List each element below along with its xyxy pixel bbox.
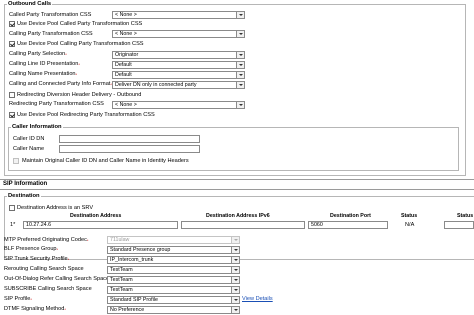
col-status: Status xyxy=(401,213,418,219)
view-details-link[interactable]: View Details xyxy=(242,296,273,303)
destination-ipv6-input[interactable] xyxy=(181,221,305,229)
redirecting-xform-select[interactable]: < None > xyxy=(112,101,245,109)
mtp-codec-select[interactable]: 711ulaw xyxy=(107,236,240,244)
calling-xform-select[interactable]: < None > xyxy=(112,30,245,38)
sip-profile-select[interactable]: Standard SIP Profile xyxy=(107,296,240,304)
col-destination-address: Destination Address xyxy=(70,213,122,219)
chevron-down-icon xyxy=(231,307,239,313)
sip-profile-label: SIP Profile* xyxy=(4,296,32,302)
outbound-calls-legend: Outbound Calls xyxy=(7,1,53,8)
redirecting-delivery-label: Redirecting Diversion Header Delivery - … xyxy=(17,92,142,98)
chevron-down-icon xyxy=(231,257,239,263)
use-pool-calling-label: Use Device Pool Calling Party Transforma… xyxy=(17,41,144,47)
calling-selection-label: Calling Party Selection* xyxy=(9,51,67,57)
chevron-down-icon xyxy=(236,62,244,68)
caller-id-dn-label: Caller ID DN xyxy=(13,136,45,142)
caller-info-legend: Caller Information xyxy=(11,124,63,131)
chevron-down-icon xyxy=(236,72,244,78)
calling-name-pres-label: Calling Name Presentation* xyxy=(9,71,78,77)
row-extra-input[interactable] xyxy=(444,221,474,229)
calling-name-pres-select[interactable]: Default xyxy=(112,71,245,79)
calling-line-pres-label: Calling Line ID Presentation* xyxy=(9,61,80,67)
sip-trunk-security-label: SIP Trunk Security Profile* xyxy=(4,256,70,262)
caller-name-input[interactable] xyxy=(59,145,200,153)
ood-refer-css-label: Out-Of-Dialog Refer Calling Search Space xyxy=(4,276,110,282)
sip-info-title: SIP Information xyxy=(3,181,48,187)
redirecting-xform-label: Redirecting Party Transformation CSS xyxy=(9,101,104,107)
caller-name-label: Caller Name xyxy=(13,146,45,152)
sip-trunk-security-select[interactable]: IP_Intercom_trunk xyxy=(107,256,240,264)
dtmf-method-label: DTMF Signaling Method* xyxy=(4,306,66,312)
col-destination-address-ipv6: Destination Address IPv6 xyxy=(206,213,270,219)
blf-presence-select[interactable]: Standard Presence group xyxy=(107,246,240,254)
chevron-down-icon xyxy=(231,247,239,253)
chevron-down-icon xyxy=(236,82,244,88)
use-pool-called-checkbox[interactable] xyxy=(9,21,15,27)
chevron-down-icon xyxy=(231,237,239,243)
mtp-codec-label: MTP Preferred Originating Codec* xyxy=(4,237,89,243)
rerouting-css-label: Rerouting Calling Search Space xyxy=(4,266,84,272)
called-xform-select[interactable]: < None > xyxy=(112,11,245,19)
col-status-2: Status xyxy=(457,213,474,219)
connected-format-label: Calling and Connected Party Info Format* xyxy=(9,81,112,87)
use-pool-redirecting-checkbox[interactable] xyxy=(9,112,15,118)
chevron-down-icon xyxy=(231,277,239,283)
caller-id-dn-input[interactable] xyxy=(59,135,200,143)
destination-address-input[interactable]: 10.27.24.6 xyxy=(23,221,178,229)
chevron-down-icon xyxy=(236,31,244,37)
calling-selection-select[interactable]: Originator xyxy=(112,51,245,59)
destination-legend: Destination xyxy=(7,193,41,200)
sip-info-top-divider xyxy=(0,179,474,180)
srv-checkbox[interactable] xyxy=(9,205,15,211)
maintain-caller-id-checkbox[interactable] xyxy=(13,158,19,164)
chevron-down-icon xyxy=(231,297,239,303)
sip-info-bottom-divider xyxy=(0,189,474,190)
use-pool-calling-checkbox[interactable] xyxy=(9,41,15,47)
subscribe-css-label: SUBSCRIBE Calling Search Space xyxy=(4,286,92,292)
maintain-caller-id-label: Maintain Original Caller ID DN and Calle… xyxy=(22,158,189,164)
rerouting-css-select[interactable]: TestTeam xyxy=(107,266,240,274)
dtmf-method-select[interactable]: No Preference xyxy=(107,306,240,314)
srv-label: Destination Address is an SRV xyxy=(17,205,94,211)
destination-port-input[interactable]: 5060 xyxy=(308,221,388,229)
ood-refer-css-select[interactable]: TestTeam xyxy=(107,276,240,284)
called-xform-label: Called Party Transformation CSS xyxy=(9,12,92,18)
calling-xform-label: Calling Party Transformation CSS xyxy=(9,31,93,37)
use-pool-redirecting-label: Use Device Pool Redirecting Party Transf… xyxy=(17,112,155,118)
use-pool-called-label: Use Device Pool Called Party Transformat… xyxy=(17,21,143,27)
col-destination-port: Destination Port xyxy=(330,213,371,219)
calling-line-pres-select[interactable]: Default xyxy=(112,61,245,69)
chevron-down-icon xyxy=(236,102,244,108)
chevron-down-icon xyxy=(231,287,239,293)
chevron-down-icon xyxy=(231,267,239,273)
connected-format-select[interactable]: Deliver DN only in connected party xyxy=(112,81,245,89)
status-value: N/A xyxy=(405,222,415,228)
chevron-down-icon xyxy=(236,12,244,18)
blf-presence-label: BLF Presence Group* xyxy=(4,246,59,252)
redirecting-delivery-checkbox[interactable] xyxy=(9,92,15,98)
chevron-down-icon xyxy=(236,52,244,58)
subscribe-css-select[interactable]: TestTeam xyxy=(107,286,240,294)
row-index: 1* xyxy=(10,222,16,228)
